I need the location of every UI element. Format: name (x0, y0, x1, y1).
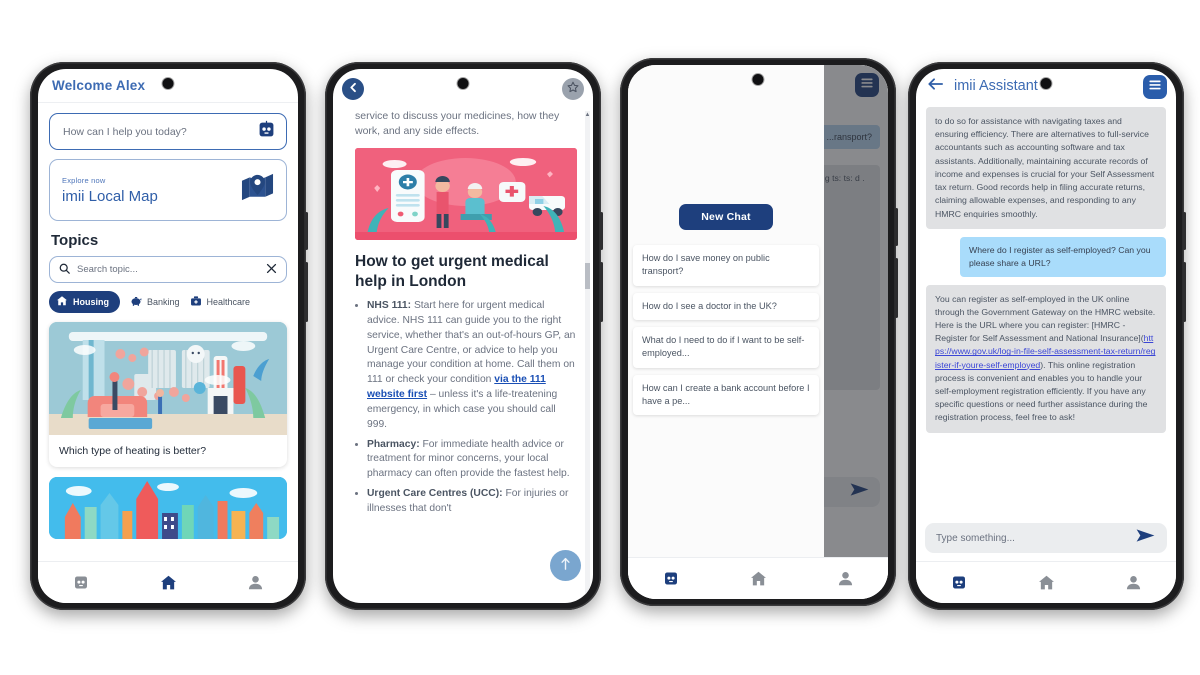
bottom-navigation (916, 561, 1176, 603)
chat-input-bar[interactable]: Type something... (925, 523, 1167, 553)
article-bullet-list: NHS 111: Start here for urgent medical a… (367, 299, 577, 516)
bullet-text-before: Start here for urgent medical advice. NH… (367, 300, 576, 386)
article-scrollbar[interactable]: ▲ (585, 111, 590, 601)
nav-profile-icon[interactable] (247, 574, 264, 591)
search-topic-input[interactable]: Search topic... (49, 256, 287, 283)
ask-placeholder: How can I help you today? (63, 125, 187, 138)
camera-notch (1040, 78, 1052, 89)
chevron-left-icon (348, 80, 359, 98)
chat-history-drawer: New Chat How do I save money on public t… (628, 65, 824, 557)
nav-profile-icon[interactable] (837, 570, 854, 587)
map-card-eyebrow: Explore now (62, 175, 106, 185)
topic-chip-label: Banking (147, 297, 180, 307)
welcome-text: Welcome Alex (52, 78, 146, 93)
nav-bot-icon[interactable] (72, 574, 90, 591)
topic-chip-housing[interactable]: Housing (49, 291, 120, 313)
scrollbar-track (585, 111, 590, 601)
topic-chip-row: Housing Banking Healthcare (38, 283, 298, 313)
article-bullet: Pharmacy: For immediate health advice or… (367, 438, 577, 482)
chat-history-item[interactable]: How can I create a bank account before I… (633, 374, 819, 416)
back-button[interactable] (342, 78, 364, 100)
menu-button[interactable] (1143, 75, 1167, 99)
chat-history-item[interactable]: How do I see a doctor in the UK? (633, 292, 819, 321)
nav-bot-icon[interactable] (662, 570, 680, 587)
arrow-left-icon[interactable] (927, 77, 944, 96)
assistant-message-bubble: You can register as self-employed in the… (926, 284, 1166, 433)
phone-mockup-assistant: imii Assistant to do so for assistance w… (908, 62, 1186, 610)
phone1-screen: Welcome Alex How can I help you today? E… (38, 69, 298, 603)
topic-chip-banking[interactable]: Banking (130, 295, 180, 309)
nav-bot-icon[interactable] (950, 574, 968, 591)
article-body: service to discuss your medicines, how t… (333, 107, 593, 603)
scrollbar-thumb[interactable] (585, 263, 590, 289)
phone-mockup-chat-drawer: ...ransport? can ... s. gle or se bot. g… (620, 58, 898, 606)
nav-home-icon[interactable] (159, 574, 178, 592)
article-bullet: NHS 111: Start here for urgent medical a… (367, 299, 577, 432)
assistant-transcript: to do so for assistance with navigating … (916, 103, 1176, 525)
phone2-screen: service to discuss your medicines, how t… (333, 69, 593, 603)
article-lead-paragraph: service to discuss your medicines, how t… (355, 110, 560, 138)
close-icon[interactable] (266, 261, 277, 279)
phone3-screen: ...ransport? can ... s. gle or se bot. g… (628, 65, 888, 599)
star-icon (567, 80, 579, 98)
camera-notch (752, 74, 764, 85)
phone-mockup-home: Welcome Alex How can I help you today? E… (30, 62, 308, 610)
chat-history-item[interactable]: How do I save money on public transport? (633, 245, 819, 286)
topic-card-caption: Which type of heating is better? (59, 445, 207, 457)
ask-assistant-input[interactable]: How can I help you today? (49, 113, 287, 150)
scroll-to-top-button[interactable] (550, 550, 581, 581)
nav-profile-icon[interactable] (1125, 574, 1142, 591)
topic-chip-label: Healthcare (206, 297, 251, 307)
assistant-title: imii Assistant (954, 78, 1038, 94)
bubble-text-before: You can register as self-employed in the… (935, 293, 1156, 344)
home-scroll-body: How can I help you today? Explore now im… (38, 104, 298, 561)
favourite-button[interactable] (562, 78, 584, 100)
bullet-term: NHS 111: (367, 300, 412, 312)
caret-up-icon[interactable]: ▲ (585, 111, 591, 118)
pharmacy-illustration (355, 148, 577, 241)
bot-icon (256, 120, 277, 144)
arrow-up-icon (559, 556, 572, 576)
topic-chip-label: Housing (73, 297, 109, 307)
chat-history-item[interactable]: What do I need to do if I want to be sel… (633, 327, 819, 368)
heating-room-illustration (49, 322, 287, 435)
camera-notch (162, 78, 174, 89)
chat-input-placeholder: Type something... (936, 532, 1015, 544)
article-bullet: Urgent Care Centres (UCC): For injuries … (367, 487, 577, 517)
article-title: How to get urgent medical help in London (355, 253, 549, 290)
local-map-card[interactable]: Explore now imii Local Map (49, 159, 287, 221)
assistant-message-bubble: to do so for assistance with navigating … (926, 107, 1166, 229)
bullet-term: Urgent Care Centres (UCC): (367, 487, 503, 499)
topic-card-heating[interactable]: Which type of heating is better? (49, 322, 287, 467)
phone-mockup-article: service to discuss your medicines, how t… (325, 62, 603, 610)
topics-heading: Topics (51, 232, 99, 249)
new-chat-row: New Chat (628, 204, 824, 230)
home-icon (56, 295, 68, 309)
hamburger-menu-icon (1148, 78, 1162, 96)
bullet-term: Pharmacy: (367, 438, 420, 450)
new-chat-button[interactable]: New Chat (679, 204, 773, 230)
phone4-screen: imii Assistant to do so for assistance w… (916, 69, 1176, 603)
map-card-title: imii Local Map (62, 187, 158, 205)
search-placeholder: Search topic... (77, 264, 138, 275)
send-icon[interactable] (1135, 528, 1156, 548)
chat-history-list: How do I save money on public transport?… (633, 245, 819, 422)
nav-home-icon[interactable] (1037, 574, 1056, 592)
map-pin-icon (241, 173, 274, 208)
camera-notch (457, 78, 469, 89)
topic-chip-healthcare[interactable]: Healthcare (190, 295, 251, 309)
screenshot-canvas: Welcome Alex How can I help you today? E… (0, 0, 1200, 675)
search-icon (59, 261, 70, 279)
user-message-bubble: Where do I register as self-employed? Ca… (960, 236, 1166, 277)
topic-card-city[interactable] (49, 477, 287, 539)
piggy-bank-icon (130, 295, 142, 309)
nav-home-icon[interactable] (749, 570, 768, 588)
bottom-navigation (38, 561, 298, 603)
medical-bag-icon (190, 295, 202, 309)
bottom-navigation (628, 557, 888, 599)
